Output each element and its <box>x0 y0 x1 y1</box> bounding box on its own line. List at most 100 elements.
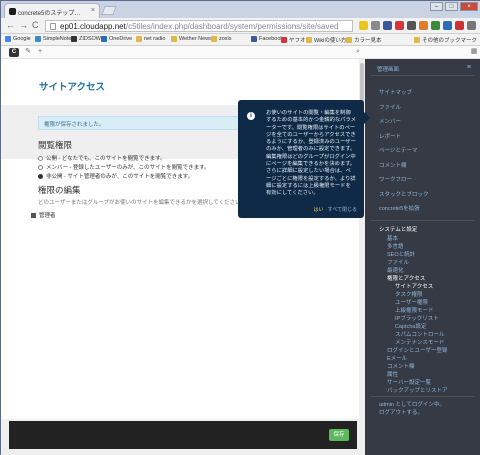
panel-nav-item[interactable]: 属性 <box>387 370 398 378</box>
extension-icon[interactable] <box>443 21 452 30</box>
extension-icon[interactable] <box>395 21 404 30</box>
panel-nav-item[interactable]: ワークフロー <box>379 175 412 183</box>
bookmark-icon <box>35 36 41 42</box>
menu-icon[interactable] <box>467 21 476 30</box>
bookmark-item[interactable]: OneDrive <box>101 36 132 42</box>
bookmark-label: カラー見本 <box>354 38 382 44</box>
extension-icon[interactable] <box>419 21 428 30</box>
divider <box>371 219 475 221</box>
reload-button[interactable]: C <box>32 20 39 31</box>
panel-nav-item[interactable]: スタックとブロック <box>379 190 429 198</box>
group-checkbox[interactable]: 管理者 <box>31 211 56 219</box>
page-header: サイトアクセス <box>1 59 365 105</box>
bookmark-item[interactable]: ZIDSOW <box>71 36 101 42</box>
panel-nav-item[interactable]: Eメール <box>387 354 407 362</box>
bookmark-item[interactable]: Google <box>5 36 31 42</box>
panel-nav-item[interactable]: サーバー設定一覧 <box>387 378 431 386</box>
panel-nav-item[interactable]: スパムコントロール <box>395 330 445 338</box>
dashboard-icon[interactable]: ▦ <box>469 47 479 57</box>
tooltip-text: お使いのサイトの閲覧・編集を制御するための基本的かつ金銭的なパラメーターです。閲… <box>266 110 356 197</box>
bookmark-icon <box>101 36 107 42</box>
url-path: /c5tiles/index.php/dashboard/system/perm… <box>125 22 339 31</box>
radio-button[interactable] <box>38 155 43 161</box>
panel-nav-item[interactable]: concrete5を拡張 <box>379 204 420 212</box>
extension-icon[interactable] <box>455 21 464 30</box>
bookmark-label: zoxis <box>219 36 232 42</box>
dashboard-panel: 管理画面 ≡ サイトマップ ファイル メンバー レポート ページとテーマ コメント欄 ワーク… <box>365 59 480 455</box>
back-button[interactable]: ← <box>6 20 15 31</box>
new-tab-button[interactable] <box>101 6 117 15</box>
extension-icon[interactable] <box>371 21 380 30</box>
close-window-button[interactable]: × <box>460 2 478 11</box>
panel-nav-item[interactable]: 多言語 <box>387 242 404 250</box>
tooltip-yes-button[interactable]: はい <box>314 207 324 214</box>
radio-button[interactable] <box>38 164 43 170</box>
bookmark-icon <box>281 37 287 43</box>
logged-in-text[interactable]: admin としてログイン中。 <box>379 400 445 408</box>
panel-nav-item[interactable]: Captcha設定 <box>395 322 427 330</box>
edit-icon[interactable]: ✎ <box>23 47 33 57</box>
radio-private[interactable]: 非公開 - サイト管理者のみが、このサイトを閲覧できます。 <box>38 172 193 180</box>
panel-nav-item[interactable]: 上級権限モード <box>395 306 434 314</box>
panel-nav-item[interactable]: レポート <box>379 132 401 140</box>
panel-nav-item[interactable]: コメント欄 <box>387 362 415 370</box>
close-tab-icon[interactable]: × <box>91 7 95 14</box>
save-button[interactable]: 保存 <box>329 429 349 441</box>
bookmark-item[interactable]: Facebook <box>251 36 283 42</box>
address-bar[interactable]: ep01.cloudapp.net/c5tiles/index.php/dash… <box>45 20 353 32</box>
bookmark-item[interactable]: Wether News <box>171 36 212 42</box>
maximize-button[interactable]: □ <box>445 2 458 11</box>
panel-nav-item[interactable]: サイトアクセス <box>395 282 433 290</box>
add-icon[interactable]: + <box>35 47 45 57</box>
panel-nav-item[interactable]: コメント欄 <box>379 161 407 169</box>
folder-icon <box>413 37 420 43</box>
bookmark-item[interactable]: カラー見本 <box>346 36 382 44</box>
extension-icon[interactable] <box>383 21 392 30</box>
panel-nav-item[interactable]: ページとテーマ <box>379 146 417 154</box>
extension-icon[interactable] <box>407 21 416 30</box>
radio-public[interactable]: 公開 - どなたでも、このサイトを閲覧できます。 <box>38 154 166 162</box>
panel-nav-item[interactable]: 基本 <box>387 234 398 242</box>
radio-button-selected[interactable] <box>38 173 43 179</box>
panel-nav-item[interactable]: ファイル <box>379 103 401 111</box>
panel-nav-item[interactable]: メンテナンスモード <box>395 338 444 346</box>
checkbox-label: 管理者 <box>39 213 56 219</box>
tooltip-skip-button[interactable]: すべて閉じる <box>328 207 357 214</box>
checkbox[interactable] <box>31 212 36 218</box>
minimize-button[interactable]: – <box>430 2 443 11</box>
bookmark-item[interactable]: net radio <box>136 36 165 42</box>
forward-button[interactable]: → <box>19 20 28 31</box>
panel-nav-item[interactable]: ユーザー権限 <box>395 298 428 306</box>
bookmark-icon <box>306 37 312 43</box>
logout-link[interactable]: ログアウトする。 <box>379 408 423 416</box>
concrete5-logo-icon[interactable]: C <box>9 48 19 57</box>
concrete5-favicon-icon <box>9 8 16 15</box>
other-bookmarks[interactable]: その他のブックマーク <box>413 36 477 44</box>
panel-nav-item[interactable]: タスク権限 <box>395 290 423 298</box>
bookmark-item[interactable]: zoxis <box>211 36 232 42</box>
window-controls: – □ × <box>430 2 478 11</box>
panel-menu-icon[interactable]: ≡ <box>467 64 471 71</box>
bookmark-item[interactable]: SimpleNote <box>35 36 71 42</box>
panel-nav-item[interactable]: IPブラックリスト <box>395 314 439 322</box>
panel-nav-item[interactable]: メンバー <box>379 117 401 125</box>
radio-label: 公開 - どなたでも、このサイトを閲覧できます。 <box>46 156 166 162</box>
panel-nav-item[interactable]: ファイル <box>387 258 409 266</box>
bookmark-item[interactable]: Wikiの使い方 <box>306 36 346 44</box>
radio-members[interactable]: メンバー - 登録したユーザーのみが、このサイトを閲覧できます。 <box>38 163 210 171</box>
browser-tab[interactable]: concrete5のステップ… × <box>4 3 100 18</box>
search-icon[interactable]: ⌕ <box>353 47 363 57</box>
panel-nav-item[interactable]: サイトマップ <box>379 88 412 96</box>
panel-nav-item[interactable]: ログインとユーザー登録 <box>387 346 447 354</box>
bookmark-label: Google <box>13 36 31 42</box>
panel-nav-item[interactable]: バックアップとリストア <box>387 386 448 394</box>
bookmarks-bar: Google SimpleNote ZIDSOW OneDrive net radio W… <box>1 34 480 46</box>
panel-nav-item[interactable]: 最適化 <box>387 266 404 274</box>
panel-section-permissions[interactable]: 権限とアクセス <box>387 274 425 282</box>
section-edit-permissions: 権限の編集 <box>38 185 81 195</box>
panel-section-system[interactable]: システムと設定 <box>379 225 417 233</box>
bookmark-label: OneDrive <box>109 36 133 42</box>
star-icon[interactable] <box>359 21 368 30</box>
extension-icon[interactable] <box>431 21 440 30</box>
panel-nav-item[interactable]: SEOと統計 <box>387 250 415 258</box>
